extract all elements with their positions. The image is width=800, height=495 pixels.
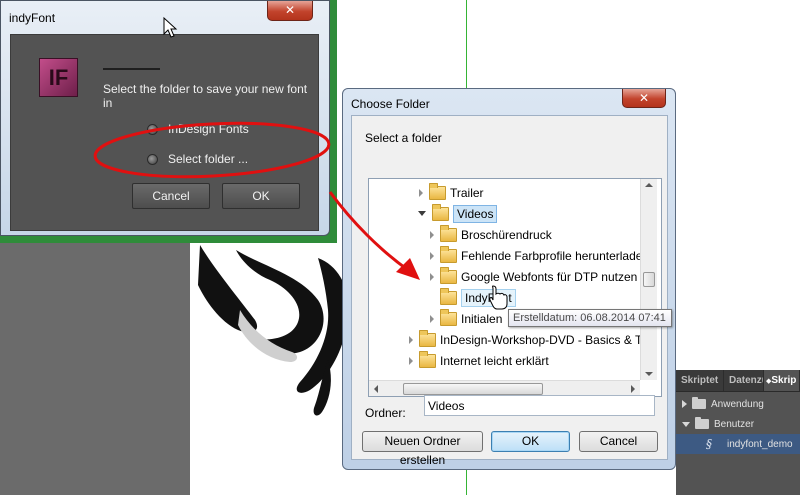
- folder-icon: [432, 203, 449, 221]
- tree-item-indyfont[interactable]: IndyFont: [430, 287, 516, 308]
- folder-icon: [440, 245, 457, 263]
- tree-item-label: Internet leicht erklärt: [440, 353, 549, 368]
- folder-icon: [440, 287, 457, 305]
- scroll-up-arrow-icon[interactable]: [645, 183, 653, 187]
- radio-button[interactable]: [147, 153, 158, 165]
- tree-item-internet-leicht-erklaert[interactable]: Internet leicht erklärt: [409, 350, 549, 371]
- scroll-right-arrow-icon[interactable]: [631, 385, 635, 393]
- ok-button[interactable]: OK: [491, 431, 570, 452]
- close-button[interactable]: ✕: [622, 89, 666, 108]
- tree-item-label: Fehlende Farbprofile herunterlade: [461, 248, 643, 263]
- dialog-title: indyFont: [9, 11, 56, 25]
- folder-name-input[interactable]: [424, 395, 655, 416]
- scroll-thumb[interactable]: [403, 383, 543, 395]
- close-button[interactable]: ✕: [267, 1, 313, 21]
- expander-icon[interactable]: [430, 230, 434, 239]
- folder-icon: [440, 224, 457, 242]
- script-item-label: indyfont_demo: [727, 438, 793, 450]
- tab-skriptetikett[interactable]: ◆Skrip: [764, 370, 800, 391]
- script-folder-benutzer[interactable]: Benutzer: [676, 414, 800, 434]
- tree-item-label: IndyFont: [461, 288, 516, 307]
- select-folder-label: Select a folder: [365, 131, 442, 145]
- divider: [103, 68, 160, 70]
- tree-item-label: Broschürendruck: [461, 227, 552, 242]
- panel-tabs: Skriptet Datenzu ◆Skrip: [676, 370, 800, 392]
- expander-icon[interactable]: [682, 400, 687, 408]
- folder-icon: [419, 329, 436, 347]
- expander-icon[interactable]: [409, 335, 413, 344]
- tree-item-label: Videos: [453, 204, 498, 223]
- close-icon: ✕: [284, 3, 296, 17]
- app-logo-icon: IF: [39, 58, 78, 97]
- cancel-button[interactable]: Cancel: [579, 431, 658, 452]
- radio-label: InDesign Fonts: [168, 122, 249, 136]
- scroll-thumb[interactable]: [643, 272, 655, 287]
- expander-icon[interactable]: [682, 421, 690, 427]
- indyfont-dialog-highlight: indyFont ✕ IF Select the folder to save …: [0, 0, 337, 243]
- dialog-body: IF Select the folder to save your new fo…: [10, 34, 319, 231]
- script-folder-label: Benutzer: [714, 418, 755, 430]
- tree-item-label: Google Webfonts für DTP nutzen: [461, 269, 638, 284]
- tab-skripte[interactable]: Skriptet: [676, 370, 724, 391]
- tree-item-fehlende-farbprofile[interactable]: Fehlende Farbprofile herunterlade: [430, 245, 642, 266]
- vertical-scrollbar[interactable]: [640, 179, 657, 380]
- script-item-indyfont-demo[interactable]: § indyfont_demo: [676, 434, 800, 454]
- close-icon: ✕: [638, 91, 650, 105]
- indyfont-dialog: indyFont ✕ IF Select the folder to save …: [0, 0, 330, 236]
- scroll-left-arrow-icon[interactable]: [374, 385, 378, 393]
- radio-select-folder[interactable]: Select folder ...: [147, 151, 248, 167]
- choose-folder-dialog: Choose Folder ✕ Select a folder Trailer …: [342, 88, 676, 470]
- folder-icon: [440, 266, 457, 284]
- tree-item-google-webfonts[interactable]: Google Webfonts für DTP nutzen: [430, 266, 637, 287]
- folder-icon: [692, 397, 706, 409]
- radio-button[interactable]: [147, 123, 158, 135]
- tree-item-label: Initialen: [461, 311, 503, 326]
- folder-icon: [695, 417, 709, 429]
- prompt-text: Select the folder to save your new font …: [103, 82, 308, 110]
- scroll-down-arrow-icon[interactable]: [645, 372, 653, 376]
- tree-item-label: Trailer: [450, 185, 484, 200]
- expander-icon[interactable]: [409, 356, 413, 365]
- cancel-button[interactable]: Cancel: [132, 183, 210, 209]
- expander-icon[interactable]: [430, 251, 434, 260]
- folder-name-label: Ordner:: [365, 406, 406, 420]
- expander-icon[interactable]: [419, 188, 423, 197]
- folder-tree[interactable]: Trailer Videos Broschürendruck Fehlende …: [368, 178, 662, 397]
- ok-button[interactable]: OK: [222, 183, 300, 209]
- tab-label: Skrip: [771, 375, 797, 386]
- expander-icon[interactable]: [430, 314, 434, 323]
- tree-item-initialen[interactable]: Initialen: [430, 308, 502, 329]
- radio-indesign-fonts[interactable]: InDesign Fonts: [147, 121, 249, 137]
- folder-icon: [429, 182, 446, 200]
- folder-icon: [440, 308, 457, 326]
- script-icon: §: [706, 437, 712, 451]
- tree-item-trailer[interactable]: Trailer: [419, 182, 484, 203]
- tree-item-videos[interactable]: Videos: [418, 203, 498, 224]
- folder-icon: [419, 350, 436, 368]
- tree-item-broschuerendruck[interactable]: Broschürendruck: [430, 224, 552, 245]
- script-folder-label: Anwendung: [711, 398, 764, 410]
- expander-icon[interactable]: [418, 211, 426, 216]
- folder-tooltip: Erstelldatum: 06.08.2014 07:41: [508, 309, 672, 327]
- tab-datenzusammenfuehrung[interactable]: Datenzu: [724, 370, 764, 391]
- script-folder-anwendung[interactable]: Anwendung: [676, 394, 800, 414]
- new-folder-button[interactable]: Neuen Ordner erstellen: [362, 431, 483, 467]
- radio-label: Select folder ...: [168, 152, 249, 166]
- scripts-panel: Skriptet Datenzu ◆Skrip Anwendung Benutz…: [676, 370, 800, 495]
- dialog-body: Select a folder Trailer Videos Broschüre…: [351, 115, 668, 467]
- expander-icon[interactable]: [430, 272, 434, 281]
- tree-item-indesign-workshop-dvd[interactable]: InDesign-Workshop-DVD - Basics & T: [409, 329, 642, 350]
- tree-item-label: InDesign-Workshop-DVD - Basics & T: [440, 332, 643, 347]
- dialog-title: Choose Folder: [351, 97, 430, 111]
